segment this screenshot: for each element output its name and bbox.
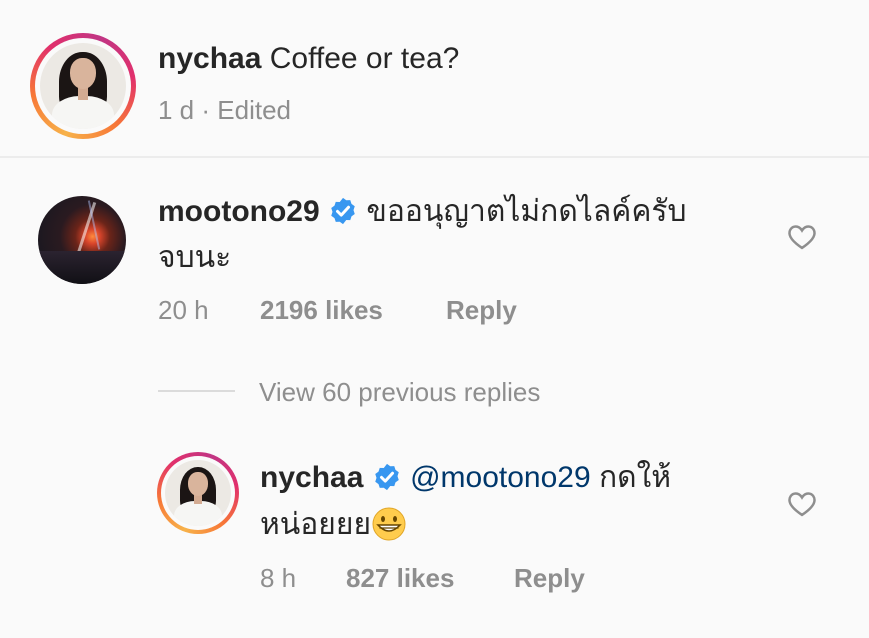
caption-avatar[interactable] xyxy=(30,33,136,139)
view-previous-replies-button[interactable]: View 60 previous replies xyxy=(259,377,540,407)
comment-reply-button[interactable]: Reply xyxy=(446,295,517,325)
reply-text-continued: หน่อยยย xyxy=(260,508,372,541)
verified-badge-icon xyxy=(331,197,355,225)
comment-meta: 20 h xyxy=(158,294,209,326)
reply-text: กดให้ xyxy=(599,461,672,494)
comment-like-heart-icon[interactable] xyxy=(787,222,817,250)
caption-text: Coffee or tea? xyxy=(269,42,460,75)
reply-mention-link[interactable]: @mootono29 xyxy=(410,461,591,494)
reply-text-line-2: หน่อยยย xyxy=(260,506,407,544)
caption-separator: · xyxy=(201,95,211,125)
grinning-face-emoji-icon xyxy=(372,507,406,541)
post-caption: nychaa Coffee or tea? 1 d · Edited xyxy=(0,0,869,157)
comment-text-line-2: จบนะ xyxy=(158,239,231,277)
reply-time: 8 h xyxy=(260,563,297,593)
reply-text-line-1: nychaa @mootono29 กดให้ xyxy=(260,459,671,497)
reply-meta: 8 h xyxy=(260,562,296,594)
reply-username[interactable]: nychaa xyxy=(260,461,363,494)
reply-avatar[interactable] xyxy=(157,452,239,534)
comments-screen: nychaa Coffee or tea? 1 d · Edited mooto… xyxy=(0,0,869,638)
caption-time: 1 d xyxy=(158,95,195,125)
caption-avatar-photo xyxy=(40,43,126,129)
caption-edited: Edited xyxy=(217,95,292,125)
comment-likes[interactable]: 2196 likes xyxy=(260,295,383,325)
verified-badge-icon xyxy=(374,463,399,491)
caption-username[interactable]: nychaa xyxy=(158,42,261,75)
comment-text-continued: จบนะ xyxy=(158,241,232,274)
reply-likes[interactable]: 827 likes xyxy=(346,563,454,593)
view-replies-line xyxy=(158,390,235,392)
caption-text-line: nychaa Coffee or tea? xyxy=(158,40,459,78)
comment-username[interactable]: mootono29 xyxy=(158,195,320,228)
comment-avatar[interactable] xyxy=(38,196,126,284)
comment-text: ขออนุญาตไม่กดไลค์ครับ xyxy=(366,195,687,228)
reply-like-heart-icon[interactable] xyxy=(787,489,817,517)
comment-text-line-1: mootono29 ขออนุญาตไม่กดไลค์ครับ xyxy=(158,193,687,231)
reply-reply-button[interactable]: Reply xyxy=(514,563,585,593)
caption-divider xyxy=(0,156,869,158)
caption-meta: 1 d · Edited xyxy=(158,94,291,126)
comment-time: 20 h xyxy=(158,295,209,325)
reply-avatar-photo xyxy=(165,460,231,526)
